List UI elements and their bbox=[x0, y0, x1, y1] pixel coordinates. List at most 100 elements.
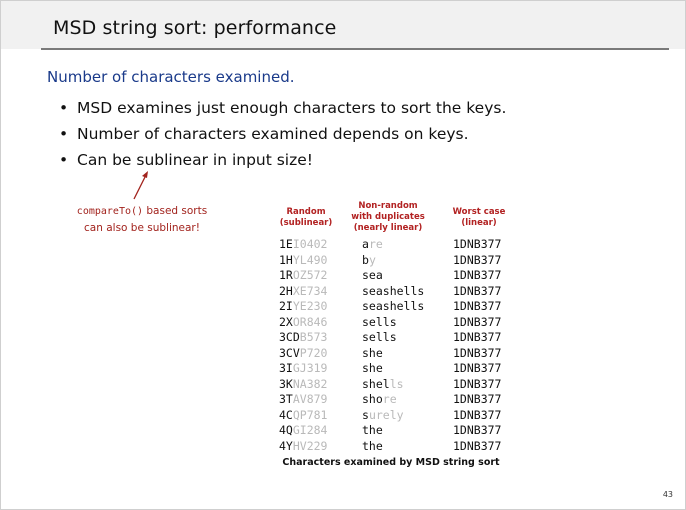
examined-chars: b bbox=[362, 252, 369, 267]
key-row: surely bbox=[362, 408, 424, 424]
key-row: 3TAV879 bbox=[279, 392, 327, 408]
column-header-worst-case: Worst case (linear) bbox=[449, 207, 509, 229]
unexamined-chars: HV229 bbox=[292, 438, 328, 453]
key-row: 3CDB573 bbox=[279, 330, 327, 346]
key-row: 1DNB377 bbox=[453, 283, 502, 298]
bullet-dot-icon: • bbox=[59, 125, 69, 143]
key-row: 1ROZ572 bbox=[279, 268, 327, 284]
key-row: 2XOR846 bbox=[279, 315, 327, 331]
key-row: 1DNB377 bbox=[453, 252, 502, 267]
examined-chars: 2H bbox=[279, 283, 293, 298]
examined-chars: she bbox=[362, 361, 383, 375]
unexamined-chars: urely bbox=[368, 407, 404, 422]
examined-chars: 1R bbox=[279, 268, 293, 282]
examined-chars: sho bbox=[362, 392, 383, 406]
examined-chars: sells bbox=[362, 314, 397, 329]
examined-chars: 2I bbox=[279, 299, 293, 313]
unexamined-chars: AV879 bbox=[292, 392, 328, 406]
page-number: 43 bbox=[662, 490, 673, 499]
key-row: 1DNB377 bbox=[453, 376, 502, 391]
unexamined-chars: OR846 bbox=[292, 314, 328, 329]
unexamined-chars: YL490 bbox=[292, 252, 328, 267]
column-header-nonrandom: Non-random with duplicates (nearly linea… bbox=[351, 201, 425, 234]
examined-chars: 3K bbox=[279, 376, 293, 391]
key-row: 4QGI284 bbox=[279, 423, 327, 439]
random-keys-column: 1EI0402 1HYL490 1ROZ572 2HXE734 2IYE230 2XOR8… bbox=[279, 237, 327, 454]
header-line: Worst case bbox=[452, 207, 506, 217]
key-row: by bbox=[362, 253, 424, 269]
key-row: 1DNB377 bbox=[453, 330, 502, 344]
bullet-item: • Number of characters examined depends o… bbox=[59, 121, 506, 147]
bullet-item: • MSD examines just enough characters to … bbox=[59, 95, 506, 121]
key-row: 3IGJ319 bbox=[279, 361, 327, 377]
key-row: 1DNB377 bbox=[453, 237, 502, 251]
bullet-text: Number of characters examined depends on… bbox=[77, 125, 469, 143]
slide-header: MSD string sort: performance bbox=[1, 1, 685, 49]
bullet-dot-icon: • bbox=[59, 151, 69, 169]
key-row: seashells bbox=[362, 299, 424, 315]
examined-chars: a bbox=[362, 237, 369, 251]
unexamined-chars: YE230 bbox=[292, 299, 328, 313]
examined-chars: shel bbox=[362, 376, 390, 391]
examined-chars: 4Y bbox=[279, 438, 293, 453]
note-line-2: can also be sublinear! bbox=[84, 222, 200, 234]
key-row: 3KNA382 bbox=[279, 377, 327, 393]
unexamined-chars: GJ319 bbox=[292, 361, 328, 375]
note-line1-text: based sorts bbox=[143, 205, 208, 217]
unexamined-chars: y bbox=[368, 252, 376, 267]
header-line: (sublinear) bbox=[279, 218, 333, 228]
key-row: the bbox=[362, 439, 424, 455]
examined-chars: 3I bbox=[279, 361, 293, 375]
key-row: 3CVP720 bbox=[279, 346, 327, 362]
key-row: 1DNB377 bbox=[453, 438, 502, 453]
key-row: 4CQP781 bbox=[279, 408, 327, 424]
key-row: 1DNB377 bbox=[453, 392, 502, 406]
header-divider bbox=[41, 48, 669, 50]
unexamined-chars: re bbox=[382, 392, 397, 406]
key-row: the bbox=[362, 423, 424, 439]
key-row: she bbox=[362, 346, 424, 362]
key-row: seashells bbox=[362, 284, 424, 300]
annotation-note: compareTo() based sorts can also be subl… bbox=[59, 203, 225, 236]
key-row: 4YHV229 bbox=[279, 439, 327, 455]
key-row: 1DNB377 bbox=[453, 299, 502, 313]
worst-case-keys-column: 1DNB377 1DNB377 1DNB377 1DNB377 1DNB377 1DNB3… bbox=[453, 237, 501, 454]
unexamined-chars: GI284 bbox=[292, 423, 328, 437]
key-row: are bbox=[362, 237, 424, 253]
nonrandom-keys-column: are by sea seashells seashells sells sells she s… bbox=[362, 237, 424, 454]
header-line: Non-random bbox=[358, 201, 418, 211]
examined-chars: the bbox=[362, 423, 383, 437]
examined-chars: 3T bbox=[279, 392, 293, 406]
key-row: 1DNB377 bbox=[453, 361, 502, 375]
key-row: shore bbox=[362, 392, 424, 408]
note-code: compareTo() bbox=[76, 206, 144, 217]
unexamined-chars: NA382 bbox=[292, 376, 328, 391]
key-row: 1DNB377 bbox=[453, 314, 502, 329]
key-row: sea bbox=[362, 268, 424, 284]
examined-chars: sea bbox=[362, 268, 383, 282]
column-header-random: Random (sublinear) bbox=[277, 207, 335, 229]
unexamined-chars: I0402 bbox=[292, 237, 328, 251]
key-row: 2IYE230 bbox=[279, 299, 327, 315]
key-row: she bbox=[362, 361, 424, 377]
key-row: 1EI0402 bbox=[279, 237, 327, 253]
header-line: Random bbox=[286, 207, 326, 217]
key-row: 1DNB377 bbox=[453, 268, 502, 282]
unexamined-chars: QP781 bbox=[292, 407, 328, 422]
bullet-dot-icon: • bbox=[59, 99, 69, 117]
key-row: 2HXE734 bbox=[279, 284, 327, 300]
examined-chars: 3CV bbox=[279, 345, 300, 360]
bullet-text: Can be sublinear in input size! bbox=[77, 151, 314, 169]
unexamined-chars: B573 bbox=[299, 330, 328, 344]
examined-chars: 4Q bbox=[279, 423, 293, 437]
slide: MSD string sort: performance Number of c… bbox=[0, 0, 686, 510]
examined-chars: 4C bbox=[279, 407, 293, 422]
examined-chars: 1E bbox=[279, 237, 293, 251]
key-row: 1HYL490 bbox=[279, 253, 327, 269]
examined-chars: seashells bbox=[362, 299, 425, 313]
unexamined-chars: XE734 bbox=[292, 283, 328, 298]
table-caption: Characters examined by MSD string sort bbox=[282, 457, 500, 468]
unexamined-chars: re bbox=[368, 237, 383, 251]
unexamined-chars: OZ572 bbox=[292, 268, 328, 282]
key-row: 1DNB377 bbox=[453, 407, 502, 422]
